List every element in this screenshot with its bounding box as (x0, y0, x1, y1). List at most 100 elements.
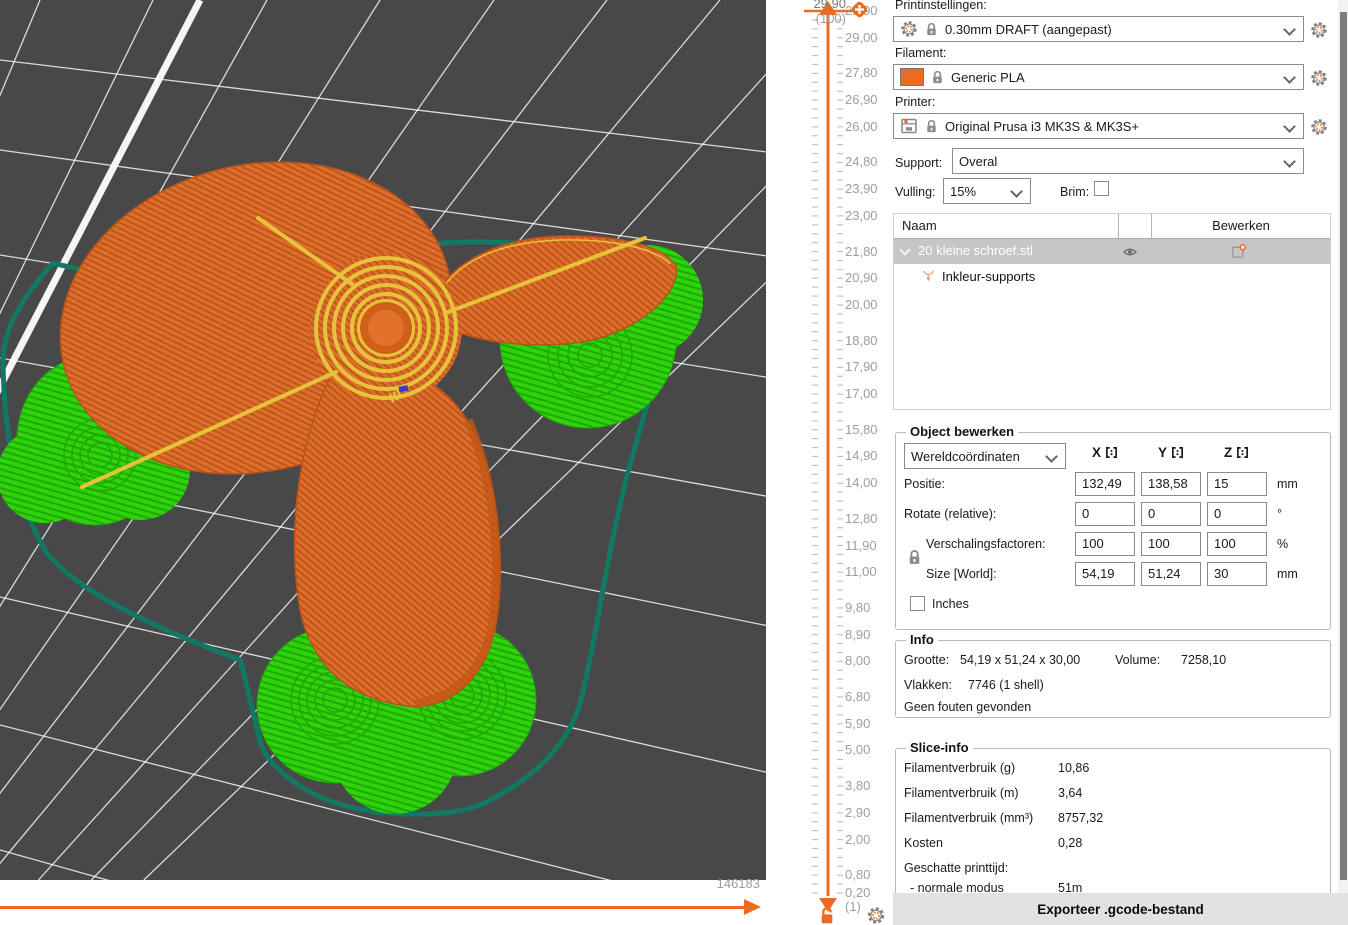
position-unit: mm (1277, 477, 1298, 491)
layer-tick-label: 12,80 (845, 510, 878, 526)
layer-tick-label: 20,00 (845, 297, 878, 312)
panel-scrollbar[interactable] (1338, 0, 1348, 893)
size-unit: mm (1277, 567, 1298, 581)
layer-tick-label: 0,80 (845, 867, 871, 883)
layer-slider[interactable]: 29,90 (100) (1) 29,9029,0027,8026,9026,0… (766, 0, 893, 925)
lock-open-icon[interactable] (816, 906, 838, 925)
support-label: Support: (895, 156, 943, 170)
object-row[interactable]: 20 kleine schroef.stl (894, 239, 1330, 264)
move-slider-track[interactable] (0, 906, 745, 909)
layer-tick-label: 18,80 (845, 332, 878, 348)
scale-x-field[interactable]: 100 (1075, 532, 1135, 556)
axis-header-z: Z (1224, 445, 1249, 460)
rotate-x-field[interactable]: 0 (1075, 502, 1135, 526)
3d-viewport[interactable] (0, 0, 766, 880)
coordinate-system-select[interactable]: Wereldcoördinaten (904, 443, 1066, 469)
axis-header-x: X (1092, 445, 1118, 460)
info-box: Info Grootte: 54,19 x 51,24 x 30,00 Volu… (895, 632, 1331, 718)
edit-layers-icon[interactable] (1230, 243, 1247, 260)
build-plate-scene (0, 0, 766, 880)
slice-info-title: Slice-info (906, 740, 973, 755)
layer-tick-label: 23,90 (845, 181, 878, 197)
print-settings-label: Printinstellingen: (895, 0, 987, 12)
size-z-field[interactable]: 30 (1207, 562, 1267, 586)
layer-tick-label: 14,90 (845, 448, 878, 464)
layer-tick-label: 26,90 (845, 92, 878, 108)
chevron-down-icon (1283, 23, 1296, 36)
lock-icon (926, 22, 937, 36)
eye-icon[interactable] (1122, 244, 1138, 260)
size-info-value: 54,19 x 51,24 x 30,00 (960, 653, 1081, 667)
expand-chevron-icon[interactable] (899, 244, 911, 256)
lock-icon (932, 70, 943, 84)
child-name: Inkleur-supports (942, 269, 1036, 284)
filament-mm3-label: Filamentverbruik (mm³) (904, 811, 1034, 825)
support-select[interactable]: Overal (952, 148, 1304, 174)
filament-mm3-value: 8757,32 (1058, 811, 1104, 825)
layer-tick-label: 20,90 (845, 270, 878, 286)
rotate-z-field[interactable]: 0 (1207, 502, 1267, 526)
infill-select[interactable]: 15% (943, 178, 1031, 204)
inches-label: Inches (932, 597, 969, 611)
axis-header-y: Y (1158, 445, 1184, 460)
print-settings-gear-button[interactable] (1310, 21, 1328, 39)
slider-gear-icon[interactable] (866, 906, 886, 925)
layer-slider-top-count: (100) (815, 11, 846, 26)
filament-gear-button[interactable] (1310, 69, 1328, 87)
gear-icon (901, 21, 917, 37)
layer-tick-label: 5,00 (845, 742, 871, 758)
scale-lock-icon[interactable] (906, 549, 923, 566)
position-z-field[interactable]: 15 (1207, 472, 1267, 496)
print-settings-value: 0.30mm DRAFT (aangepast) (945, 21, 1112, 37)
layer-tick-label: 9,80 (845, 599, 871, 615)
rotate-label: Rotate (relative): (904, 507, 997, 521)
layer-tick-label: 27,80 (845, 65, 878, 81)
layer-tick-label: 15,80 (845, 421, 878, 437)
move-slider-arrow[interactable] (744, 899, 761, 915)
size-x-field[interactable]: 54,19 (1075, 562, 1135, 586)
layer-tick-label: 2,00 (845, 831, 871, 847)
cost-value: 0,28 (1058, 836, 1083, 850)
printer-value: Original Prusa i3 MK3S & MK3S+ (945, 118, 1139, 134)
print-settings-select[interactable]: 0.30mm DRAFT (aangepast) (893, 16, 1304, 42)
lock-icon (926, 119, 937, 133)
layer-tick-label: 24,80 (845, 154, 878, 170)
brim-checkbox[interactable] (1094, 181, 1109, 196)
position-y-field[interactable]: 138,58 (1141, 472, 1201, 496)
support-value: Overal (959, 153, 998, 169)
layer-slider-bottom-count: (1) (845, 899, 861, 914)
size-y-field[interactable]: 51,24 (1141, 562, 1201, 586)
cost-label: Kosten (904, 836, 943, 850)
volume-value: 7258,10 (1181, 653, 1227, 667)
axis-frame-icon (1237, 447, 1249, 458)
print-time-label: Geschatte printtijd: (904, 861, 1009, 875)
position-x-field[interactable]: 132,49 (1075, 472, 1135, 496)
object-child-row[interactable]: Inkleur-supports (894, 264, 1330, 290)
layer-tick-label: 8,00 (845, 653, 871, 669)
layer-tick-label: 3,80 (845, 778, 871, 794)
export-gcode-button[interactable]: Exporteer .gcode-bestand (893, 893, 1348, 925)
scale-y-field[interactable]: 100 (1141, 532, 1201, 556)
rotate-unit: ° (1277, 507, 1282, 521)
rotate-y-field[interactable]: 0 (1141, 502, 1201, 526)
scale-z-field[interactable]: 100 (1207, 532, 1267, 556)
infill-label: Vulling: (895, 185, 936, 199)
filament-g-value: 10,86 (1058, 761, 1090, 775)
object-manipulation-box: Object bewerken Wereldcoördinaten X Y Z … (895, 424, 1331, 630)
printer-select[interactable]: Original Prusa i3 MK3S & MK3S+ (893, 113, 1304, 139)
manipulation-title: Object bewerken (906, 424, 1019, 439)
printer-gear-button[interactable] (1310, 118, 1328, 136)
add-color-change-icon[interactable] (850, 0, 869, 19)
brim-label: Brim: (1060, 185, 1090, 199)
size-label: Size [World]: (926, 567, 997, 581)
layer-tick-label: 8,90 (845, 626, 871, 642)
layer-tick-label: 14,00 (845, 475, 878, 491)
inches-checkbox[interactable] (910, 596, 925, 611)
coordinate-system-value: Wereldcoördinaten (911, 448, 1020, 464)
bed-counter-label: 146183 (716, 876, 760, 891)
filament-select[interactable]: Generic PLA (893, 64, 1304, 90)
layer-tick-label: 11,00 (845, 564, 877, 580)
scrollbar-thumb[interactable] (1339, 12, 1347, 880)
layer-slider-top-value: 29,90 (813, 0, 846, 11)
layer-tick-label: 17,00 (845, 386, 878, 402)
